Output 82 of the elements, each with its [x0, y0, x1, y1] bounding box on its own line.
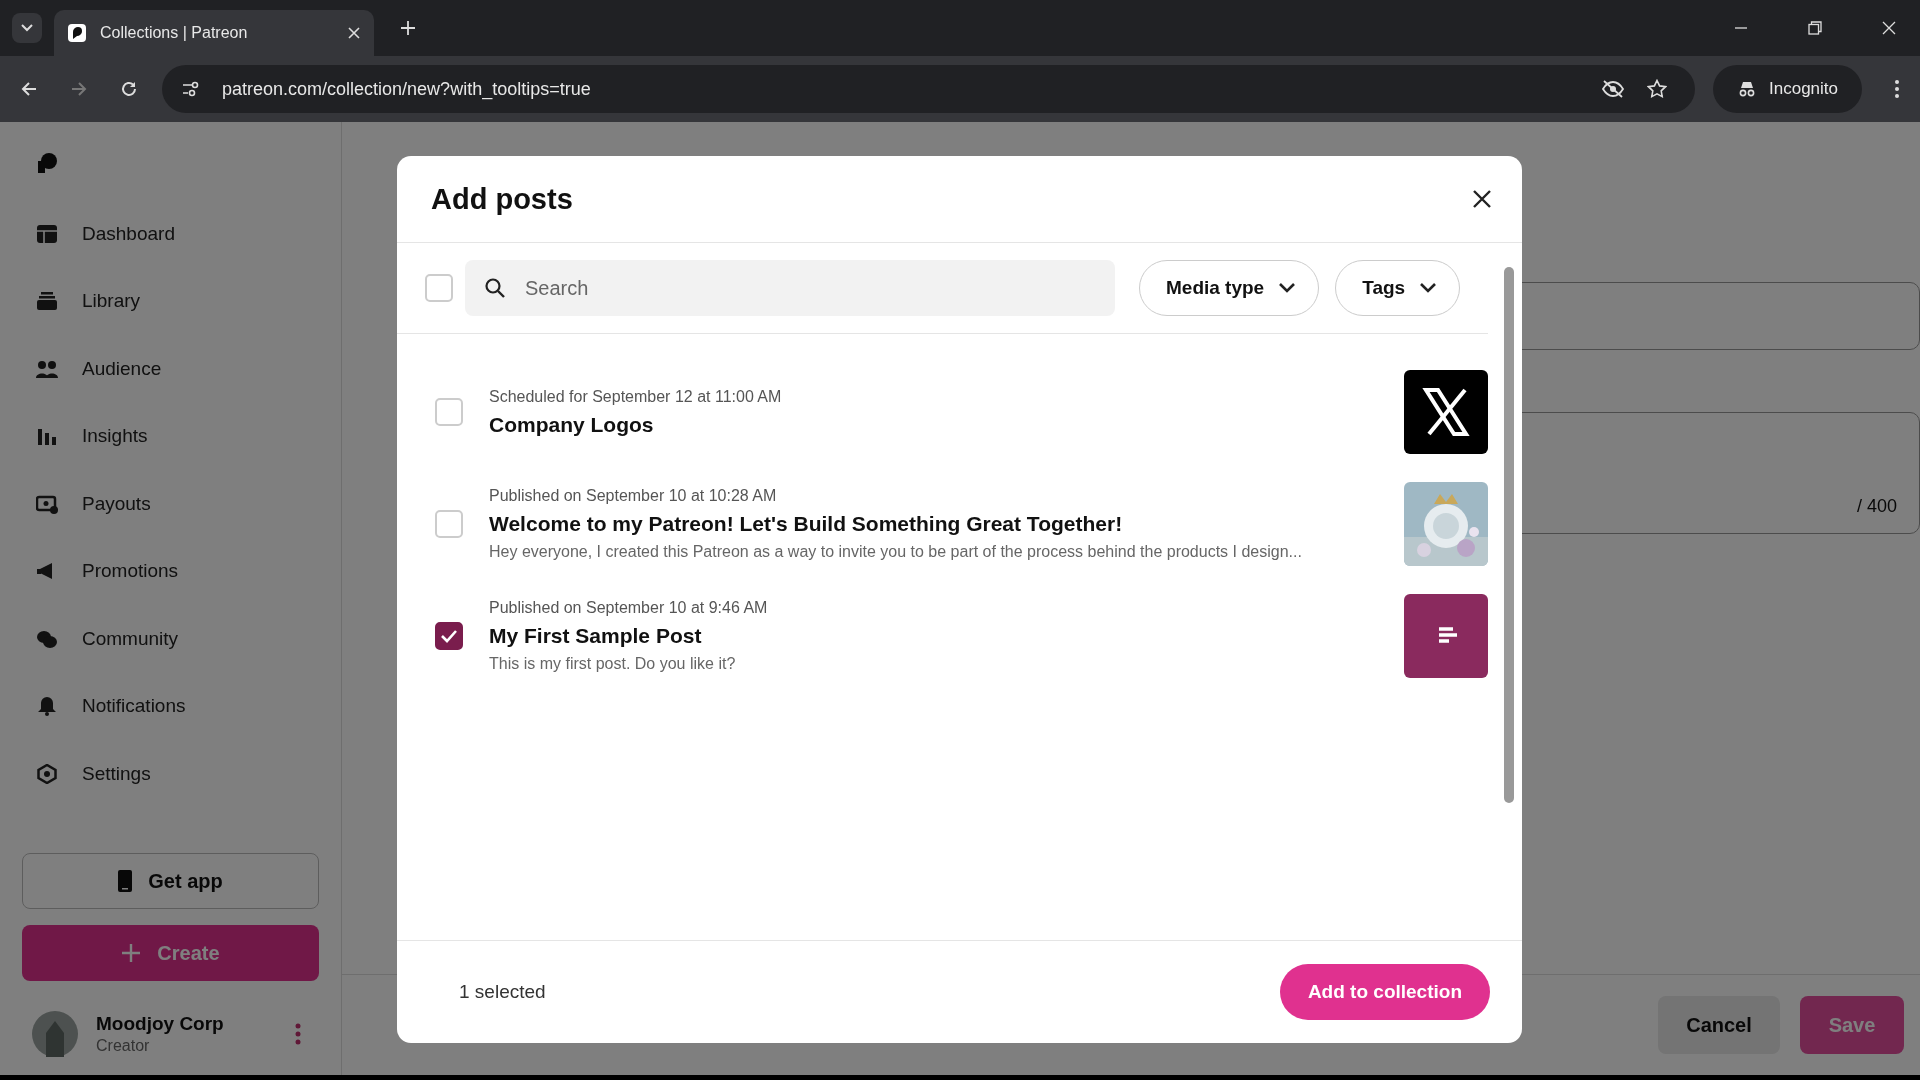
close-icon[interactable] [1472, 189, 1492, 209]
close-tab-icon[interactable] [348, 27, 360, 39]
save-button[interactable]: Save [1800, 996, 1904, 1054]
browser-tab[interactable]: Collections | Patreon [54, 10, 374, 56]
stack-icon [36, 291, 58, 312]
sidebar-label: Notifications [82, 695, 186, 718]
post-title: Company Logos [489, 412, 655, 437]
browser-menu-icon[interactable] [1894, 79, 1900, 99]
user-name: Moodjoy Corp [96, 1013, 225, 1035]
new-tab-icon[interactable] [400, 20, 416, 36]
incognito-icon [1737, 81, 1757, 97]
chevron-down-icon [1278, 282, 1297, 294]
sidebar-label: Settings [82, 762, 151, 785]
sidebar-label: Community [82, 627, 179, 650]
checkmark-icon [440, 629, 458, 643]
sidebar-item[interactable]: Notifications [22, 672, 319, 740]
user-role: Creator [96, 1037, 151, 1055]
sidebar-item[interactable]: Promotions [22, 537, 319, 605]
x-logo-icon [1404, 370, 1488, 454]
post-title: My First Sample Post [489, 624, 703, 648]
chevron-down-icon [1419, 282, 1438, 294]
dashboard-icon [36, 223, 58, 244]
close-window-icon[interactable] [1882, 21, 1896, 35]
selected-count: 1 selected [459, 981, 546, 1003]
post-date: Published on September 10 at 9:46 AM [489, 599, 769, 617]
sidebar-item[interactable]: Dashboard [22, 200, 319, 268]
tab-title: Collections | Patreon [100, 24, 249, 42]
post-date: Published on September 10 at 10:28 AM [489, 487, 778, 505]
sidebar-label: Dashboard [82, 222, 175, 245]
cancel-button[interactable]: Cancel [1658, 996, 1780, 1054]
select-all-checkbox[interactable] [425, 274, 453, 302]
filter-dropdown[interactable]: Media type [1139, 260, 1320, 316]
incognito-button[interactable]: Incognito [1713, 65, 1862, 113]
back-icon[interactable] [20, 80, 38, 98]
sidebar-label: Library [82, 290, 141, 313]
search-icon [485, 278, 505, 298]
tab-favicon-icon [68, 24, 86, 42]
reload-icon[interactable] [120, 80, 138, 98]
more-options-icon[interactable] [295, 1023, 301, 1045]
url-text: patreon.com/collection/new?with_tooltips=true [222, 78, 591, 100]
sidebar-label: Payouts [82, 492, 151, 515]
address-bar[interactable]: patreon.com/collection/new?with_tooltips=true [162, 65, 1695, 113]
sidebar-item[interactable]: Library [22, 267, 319, 335]
logo-icon[interactable] [36, 152, 58, 174]
phone-icon [118, 870, 133, 892]
plus-icon [121, 943, 142, 963]
create-button[interactable]: Create [22, 925, 319, 981]
post-checkbox[interactable] [435, 622, 463, 650]
money-icon [36, 493, 58, 514]
people-icon [36, 358, 58, 379]
sidebar-item[interactable]: Payouts [22, 470, 319, 538]
sidebar-label: Promotions [82, 560, 179, 583]
dialog-title: Add posts [431, 182, 573, 216]
text-post-icon [1404, 594, 1488, 678]
tab-list-button[interactable] [12, 13, 42, 43]
restore-icon[interactable] [1808, 21, 1822, 35]
eye-off-icon[interactable] [1601, 79, 1625, 99]
search-field[interactable]: Search [465, 260, 1115, 316]
post-title: Welcome to my Patreon! Let's Build Something Great Together! [489, 512, 1124, 536]
sidebar-item[interactable]: Community [22, 605, 319, 673]
post-date: Scheduled for September 12 at 11:00 AM [489, 387, 783, 406]
settings-icon [36, 763, 58, 784]
sidebar-item[interactable]: Insights [22, 402, 319, 470]
bell-icon [36, 696, 58, 717]
sidebar-item[interactable]: Settings [22, 740, 319, 808]
sidebar-label: Insights [82, 425, 148, 448]
bookmark-star-icon[interactable] [1647, 79, 1667, 99]
character-count: / 400 [1856, 496, 1897, 517]
sidebar-label: Audience [82, 357, 162, 380]
forward-icon[interactable] [70, 80, 88, 98]
post-excerpt: This is my first post. Do you like it? [489, 655, 737, 673]
scrollbar-thumb[interactable] [1504, 267, 1514, 803]
filter-dropdown[interactable]: Tags [1335, 260, 1461, 316]
chevron-down-icon [21, 24, 33, 32]
site-settings-icon [182, 81, 200, 97]
avatar[interactable] [32, 1011, 78, 1057]
get-app-button[interactable]: Get app [22, 853, 319, 909]
bar-chart-icon [36, 426, 58, 447]
add-to-collection-button[interactable]: Add to collection [1279, 964, 1490, 1020]
chat-bubbles-icon [36, 628, 58, 649]
sidebar-item[interactable]: Audience [22, 335, 319, 403]
post-excerpt: Hey everyone, I created this Patreon as a way to invite you to be part of the process behind the products I design... [489, 543, 1303, 561]
